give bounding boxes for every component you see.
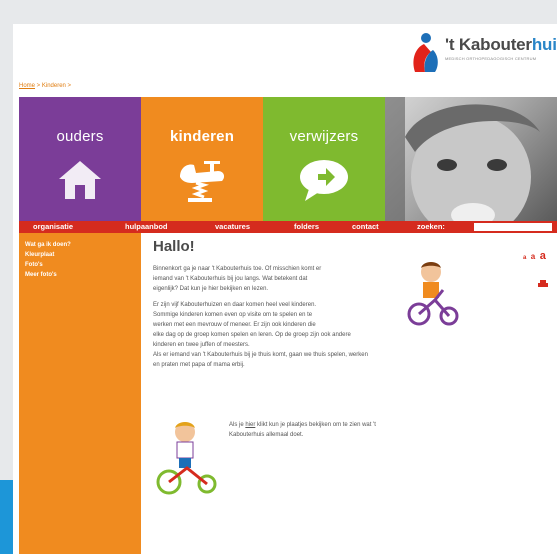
- tile-ouders[interactable]: ouders: [19, 97, 141, 221]
- paragraph-line: Er zijn vijf Kabouterhuizen en daar kome…: [153, 302, 317, 308]
- breadcrumb-current[interactable]: Kinderen: [42, 83, 66, 89]
- tile-verwijzers[interactable]: verwijzers: [263, 97, 385, 221]
- boy-tricycle-illustration: [156, 422, 217, 495]
- sidebar-item-kleurplaat[interactable]: Kleurplaat: [25, 252, 54, 258]
- kabouterhuis-logo[interactable]: 't Kabouterhuis MEDISCH ORTHOPEDAGOGISCH…: [409, 30, 557, 76]
- sidebar: Wat ga ik doen? Kleurplaat Foto's Meer f…: [19, 233, 141, 554]
- main-nav-bar: organisatie hulpaanbod vacatures folders…: [19, 221, 557, 233]
- paragraph-line: Kabouterhuis allemaal doet.: [229, 432, 304, 438]
- printer-icon[interactable]: [538, 280, 548, 288]
- sidebar-item-fotos[interactable]: Foto's: [25, 262, 43, 268]
- nav-hulpaanbod[interactable]: hulpaanbod: [125, 222, 168, 231]
- spring-rider-icon: [180, 161, 225, 202]
- text-fragment: klikt kun je plaatjes bekijken om te zie…: [255, 422, 376, 428]
- breadcrumb: Home > Kinderen >: [19, 83, 71, 89]
- font-size-small-button[interactable]: a: [523, 255, 526, 261]
- logo-wordmark-suffix: huis: [531, 35, 557, 54]
- paragraph-line: Sommige kinderen komen even op visite om…: [153, 312, 313, 318]
- paragraph-kabouterhuizen: Er zijn vijf Kabouterhuizen en daar kome…: [153, 300, 368, 370]
- sidebar-item-meer-fotos[interactable]: Meer foto's: [25, 272, 57, 278]
- logo-wordmark-prefix: 't Kabouter: [445, 35, 532, 54]
- paragraph-pictures: Als je hier klikt kun je plaatjes bekijk…: [229, 420, 376, 440]
- sidebar-item-wat-ga-ik-doen[interactable]: Wat ga ik doen?: [25, 242, 71, 248]
- paragraph-line: Als je hier klikt kun je plaatjes bekijk…: [229, 420, 376, 430]
- nav-organisatie[interactable]: organisatie: [33, 222, 73, 231]
- screenshot-frame: 't Kabouterhuis MEDISCH ORTHOPEDAGOGISCH…: [0, 0, 557, 554]
- hier-link[interactable]: hier: [245, 422, 255, 428]
- child-photo: [385, 97, 557, 221]
- breadcrumb-separator: >: [65, 83, 72, 89]
- breadcrumb-home-link[interactable]: Home: [19, 83, 35, 89]
- paragraph-line: Als er iemand van 't Kabouterhuis bij je…: [153, 352, 368, 358]
- font-size-large-button[interactable]: a: [540, 250, 546, 262]
- house-icon: [59, 161, 101, 199]
- tile-ouders-label: ouders: [56, 128, 104, 145]
- page-title: Hallo!: [153, 238, 195, 255]
- nav-contact[interactable]: contact: [352, 222, 379, 231]
- kabouter-figure-icon: [413, 33, 438, 72]
- breadcrumb-separator: >: [35, 83, 42, 89]
- tile-kinderen-label: kinderen: [169, 128, 235, 145]
- paragraph-line: en praten met papa of mama erbij.: [153, 362, 245, 368]
- paragraph-intro: Binnenkort ga je naar 't Kabouterhuis to…: [153, 264, 321, 294]
- web-page: 't Kabouterhuis MEDISCH ORTHOPEDAGOGISCH…: [13, 24, 557, 554]
- paragraph-line: elke dag op de groep komen spelen en ler…: [153, 332, 351, 338]
- child-photo-image: [385, 97, 540, 221]
- tile-kinderen[interactable]: kinderen: [141, 97, 263, 221]
- child-tricycle-illustration: [407, 262, 459, 326]
- text-tools: a a a: [523, 246, 546, 264]
- search-label: zoeken:: [417, 222, 445, 231]
- font-size-medium-button[interactable]: a: [531, 252, 535, 261]
- nav-folders[interactable]: folders: [294, 222, 319, 231]
- section-tiles: ouders kinderen verwijzers: [19, 97, 557, 221]
- logo-tagline: MEDISCH ORTHOPEDAGOGISCH CENTRUM: [445, 56, 537, 61]
- paragraph-line: Binnenkort ga je naar 't Kabouterhuis to…: [153, 266, 322, 272]
- text-fragment: Als je: [229, 422, 246, 428]
- paragraph-line: kinderen en twee juffen of meesters.: [153, 342, 250, 348]
- paragraph-line: iemand van 't Kabouterhuis bij jou langs…: [153, 276, 308, 282]
- paragraph-line: eigenlijk? Dat kun je hier bekijken en l…: [153, 286, 269, 292]
- nav-vacatures[interactable]: vacatures: [215, 222, 250, 231]
- search-input[interactable]: [474, 223, 552, 231]
- tile-verwijzers-label: verwijzers: [289, 128, 359, 145]
- paragraph-line: werken met een mevrouw of meneer. Er zij…: [153, 322, 316, 328]
- speech-bubble-arrow-icon: [300, 160, 348, 201]
- logo-wordmark: 't Kabouterhuis: [445, 35, 557, 55]
